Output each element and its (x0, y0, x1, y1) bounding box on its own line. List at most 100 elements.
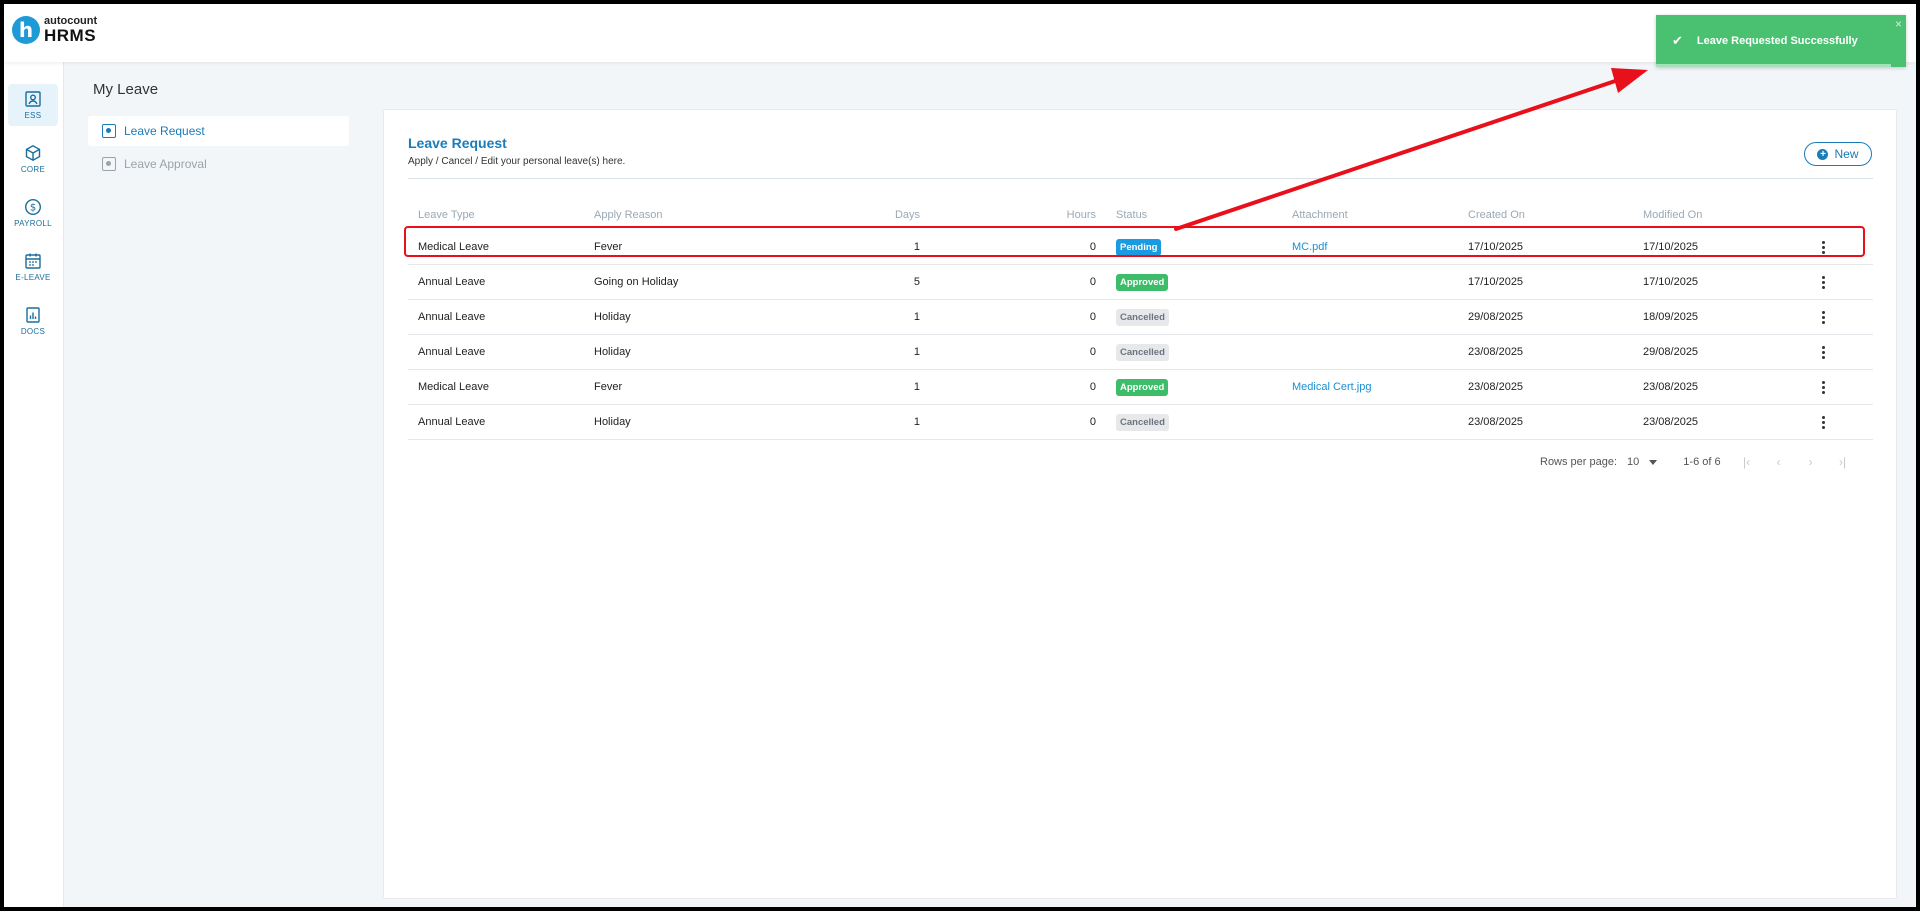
svg-text:$: $ (30, 203, 36, 214)
logo-badge: h (12, 16, 40, 44)
status-badge: Cancelled (1116, 413, 1169, 431)
rail-item-payroll[interactable]: $ PAYROLL (8, 192, 58, 234)
attachment-link[interactable]: Medical Cert.jpg (1292, 370, 1371, 404)
cell-apply-reason: Holiday (594, 416, 631, 428)
cell-created-on: 23/08/2025 (1468, 381, 1524, 393)
cell-days: 1 (913, 241, 920, 253)
cell-created-on: 17/10/2025 (1468, 241, 1524, 253)
table-row[interactable]: Annual Leave Going on Holiday 5 0 Approv… (408, 265, 1873, 300)
status-badge: Approved (1116, 273, 1169, 291)
rail-label-eleave: E-LEAVE (15, 273, 51, 282)
toast-progress-bar (1656, 64, 1891, 67)
cube-icon (25, 144, 41, 162)
ess-icon (25, 91, 41, 107)
cell-modified-on: 29/08/2025 (1643, 346, 1699, 358)
header-attachment[interactable]: Attachment (1292, 200, 1348, 230)
rail-item-docs[interactable]: DOCS (8, 300, 58, 342)
table-row[interactable]: Medical Leave Fever 1 0 Approved Medical… (408, 370, 1873, 405)
cell-hours: 0 (1089, 416, 1096, 428)
rail-item-eleave[interactable]: E-LEAVE (8, 246, 58, 288)
cell-apply-reason: Holiday (594, 346, 631, 358)
status-badge: Pending (1116, 238, 1162, 256)
rows-per-page-label: Rows per page: (1540, 456, 1618, 468)
header-hours[interactable]: Hours (988, 200, 1096, 230)
cell-modified-on: 23/08/2025 (1643, 416, 1699, 428)
cell-hours: 0 (1089, 346, 1096, 358)
first-page-icon[interactable]: |‹ (1741, 455, 1753, 469)
close-icon[interactable]: × (1895, 17, 1902, 31)
cell-leave-type: Annual Leave (418, 346, 486, 358)
subnav-item-leave-request[interactable]: Leave Request (88, 116, 349, 146)
rail-label-ess: ESS (24, 111, 42, 120)
cell-hours: 0 (1089, 241, 1096, 253)
kebab-icon (1821, 380, 1825, 394)
rail-label-payroll: PAYROLL (14, 219, 52, 228)
row-menu-button[interactable] (1813, 265, 1833, 299)
cell-days: 5 (913, 276, 920, 288)
subnav-item-leave-approval[interactable]: Leave Approval (88, 149, 349, 179)
rail-item-core[interactable]: CORE (8, 138, 58, 180)
success-toast: ✔ Leave Requested Successfully × (1656, 15, 1906, 67)
subnav-label: Leave Approval (124, 157, 207, 171)
header-apply-reason[interactable]: Apply Reason (594, 200, 663, 230)
cell-days: 1 (913, 381, 920, 393)
last-page-icon[interactable]: ›| (1837, 455, 1849, 469)
rail-label-core: CORE (20, 165, 46, 174)
row-menu-button[interactable] (1813, 405, 1833, 439)
header-status[interactable]: Status (1116, 200, 1147, 230)
kebab-icon (1821, 275, 1825, 289)
cell-created-on: 23/08/2025 (1468, 346, 1524, 358)
cell-created-on: 23/08/2025 (1468, 416, 1524, 428)
sub-nav: Leave Request Leave Approval (88, 116, 349, 182)
cell-apply-reason: Going on Holiday (594, 276, 679, 288)
module-rail: ESS CORE $ PAYROLL E-LEAVE DOCS (4, 62, 64, 907)
calendar-icon (25, 253, 41, 269)
leave-request-icon (102, 124, 116, 138)
kebab-icon (1821, 345, 1825, 359)
header-days[interactable]: Days (808, 200, 920, 230)
header-created-on[interactable]: Created On (1468, 200, 1525, 230)
cell-hours: 0 (1089, 381, 1096, 393)
app-window: h autocount HRMS ESS CORE $ PAYROLL E-LE… (4, 4, 1916, 907)
app-logo[interactable]: h autocount HRMS (12, 16, 97, 44)
pagination: Rows per page: 10 1-6 of 6 |‹ ‹ › ›| (1540, 452, 1880, 472)
leave-table: Leave Type Apply Reason Days Hours Statu… (408, 200, 1873, 440)
cell-leave-type: Medical Leave (418, 381, 489, 393)
new-leave-button[interactable]: + New (1804, 142, 1872, 166)
cell-days: 1 (913, 311, 920, 323)
row-menu-button[interactable] (1813, 370, 1833, 404)
plus-icon: + (1817, 148, 1829, 160)
row-menu-button[interactable] (1813, 335, 1833, 369)
cell-created-on: 17/10/2025 (1468, 276, 1524, 288)
table-header: Leave Type Apply Reason Days Hours Statu… (408, 200, 1873, 230)
row-menu-button[interactable] (1813, 230, 1833, 264)
table-row[interactable]: Annual Leave Holiday 1 0 Cancelled 29/08… (408, 300, 1873, 335)
cell-apply-reason: Fever (594, 381, 623, 393)
table-row[interactable]: Annual Leave Holiday 1 0 Cancelled 23/08… (408, 405, 1873, 440)
kebab-icon (1821, 310, 1825, 324)
header-modified-on[interactable]: Modified On (1643, 200, 1702, 230)
leave-approval-icon (102, 157, 116, 171)
status-badge: Cancelled (1116, 308, 1169, 326)
card-title: Leave Request (408, 135, 507, 151)
rows-per-page-select[interactable]: 10 (1627, 456, 1639, 468)
status-badge: Cancelled (1116, 343, 1169, 361)
cell-apply-reason: Holiday (594, 311, 631, 323)
page-title: My Leave (93, 81, 159, 98)
header-leave-type[interactable]: Leave Type (418, 200, 475, 230)
rail-item-ess[interactable]: ESS (8, 84, 58, 126)
chevron-down-icon[interactable] (1649, 459, 1658, 465)
next-page-icon[interactable]: › (1805, 455, 1817, 469)
cell-leave-type: Annual Leave (418, 416, 486, 428)
dollar-icon: $ (24, 198, 42, 216)
cell-hours: 0 (1089, 276, 1096, 288)
row-menu-button[interactable] (1813, 300, 1833, 334)
attachment-link[interactable]: MC.pdf (1292, 230, 1327, 264)
subnav-label: Leave Request (124, 124, 205, 138)
table-row[interactable]: Medical Leave Fever 1 0 Pending MC.pdf 1… (408, 230, 1873, 265)
cell-leave-type: Annual Leave (418, 276, 486, 288)
new-button-label: New (1834, 147, 1859, 161)
card-divider (408, 178, 1873, 179)
prev-page-icon[interactable]: ‹ (1773, 455, 1785, 469)
table-row[interactable]: Annual Leave Holiday 1 0 Cancelled 23/08… (408, 335, 1873, 370)
